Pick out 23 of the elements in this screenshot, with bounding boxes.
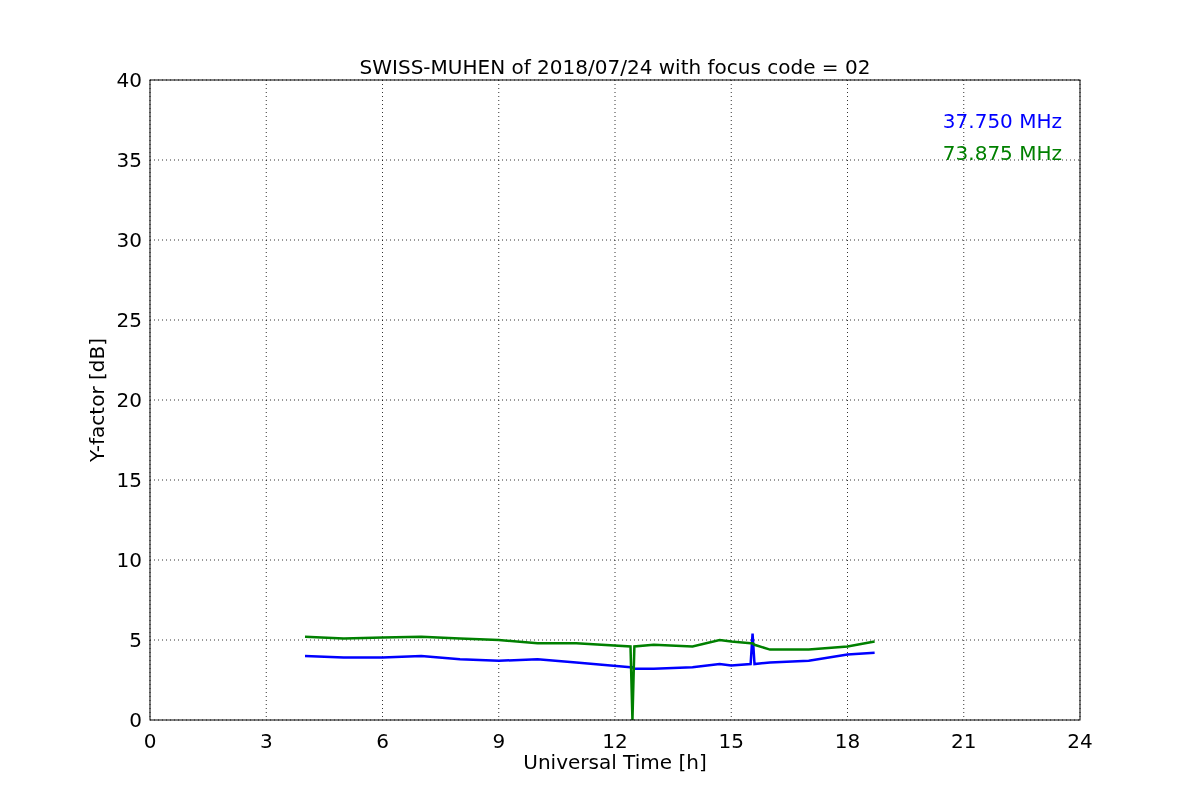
y-tick-label: 20 [116, 388, 142, 412]
x-tick-label: 9 [492, 729, 506, 753]
y-tick-label: 35 [116, 148, 142, 172]
y-tick-label: 5 [129, 628, 142, 652]
y-tick-label: 40 [116, 68, 142, 92]
y-tick-label: 15 [116, 468, 142, 492]
y-tick-label: 25 [116, 308, 142, 332]
x-tick-label: 21 [951, 729, 977, 753]
legend-label: 37.750 MHz [942, 109, 1062, 133]
x-tick-label: 18 [834, 729, 861, 753]
x-tick-label: 24 [1067, 729, 1093, 753]
y-axis-label: Y-factor [dB] [85, 338, 109, 462]
y-tick-label: 10 [116, 548, 142, 572]
x-tick-label: 12 [602, 729, 628, 753]
x-tick-label: 3 [259, 729, 273, 753]
legend-label: 73.875 MHz [942, 141, 1062, 165]
x-axis-label: Universal Time [h] [523, 750, 707, 774]
x-tick-label: 0 [143, 729, 157, 753]
x-tick-label: 6 [376, 729, 389, 753]
x-tick-label: 15 [718, 729, 744, 753]
y-tick-label: 0 [129, 708, 142, 732]
y-tick-label: 30 [116, 228, 142, 252]
chart-title: SWISS-MUHEN of 2018/07/24 with focus code = 02 [359, 55, 871, 79]
